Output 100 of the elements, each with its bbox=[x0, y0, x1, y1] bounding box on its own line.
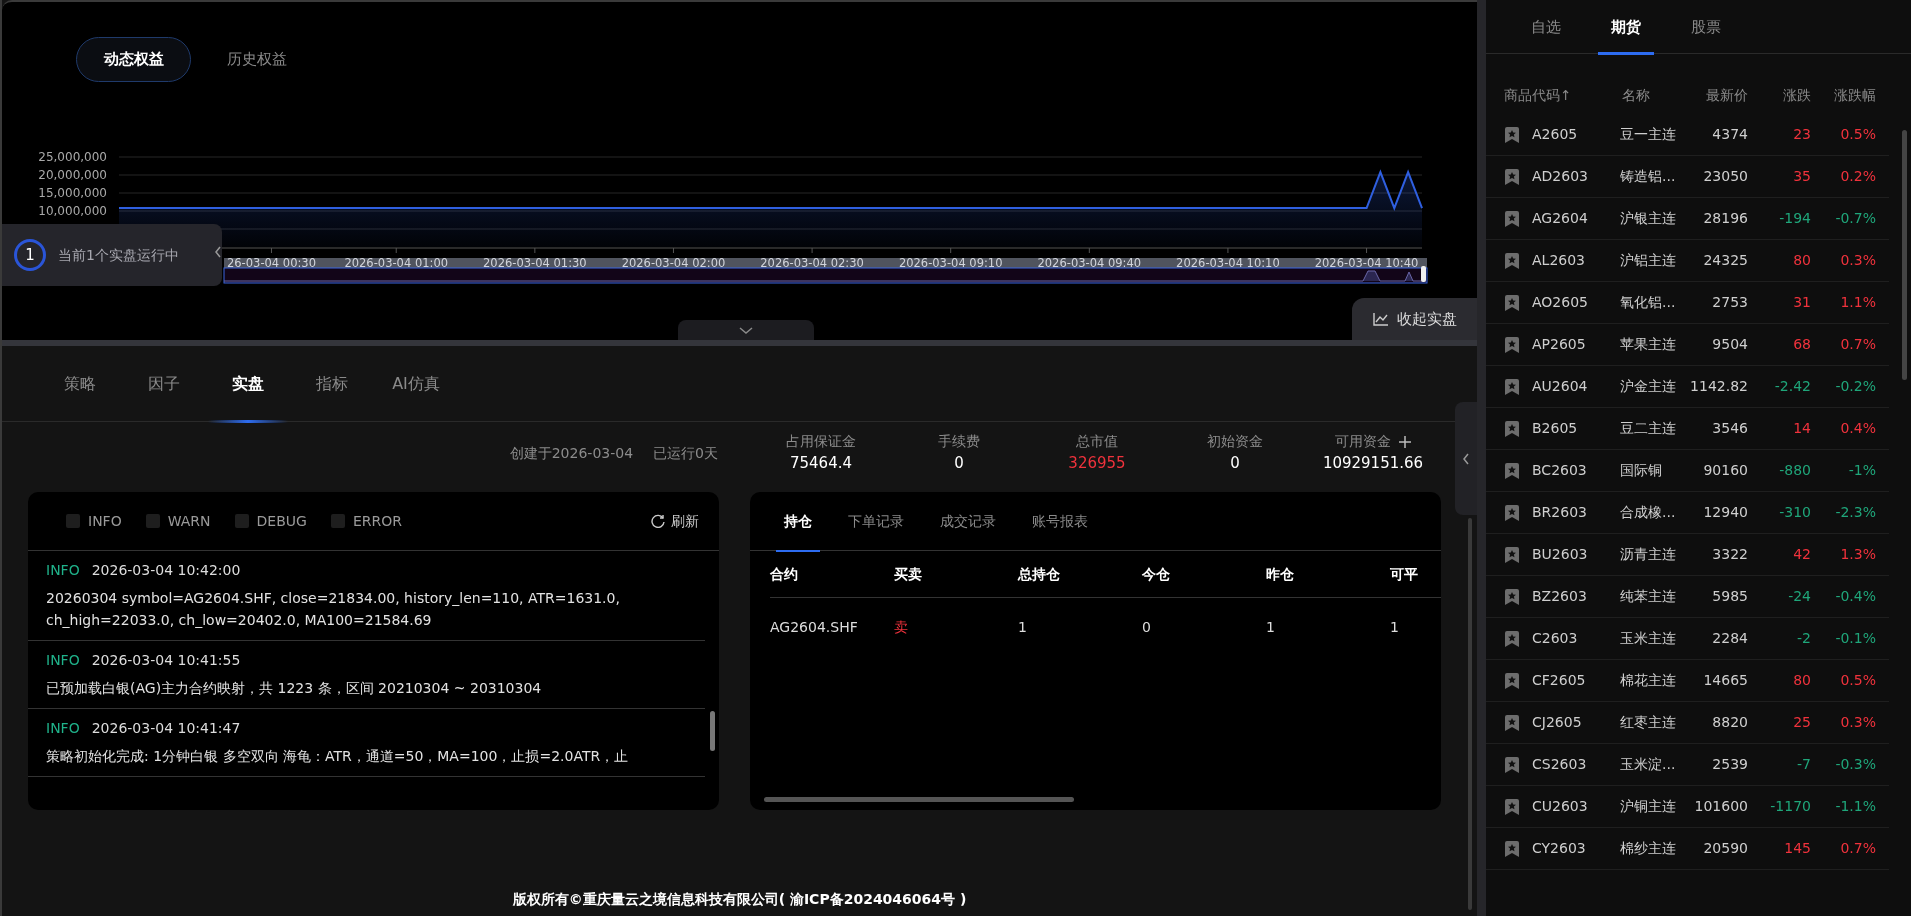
change-value: 14 bbox=[1792, 419, 1811, 438]
bookmark-star-icon bbox=[1504, 420, 1520, 437]
contract-name: 纯苯主连 bbox=[1620, 587, 1677, 606]
change-value: 42 bbox=[1792, 545, 1811, 564]
collapse-button[interactable]: 收起实盘 bbox=[1352, 298, 1477, 340]
column-header: 涨跌幅 bbox=[1833, 85, 1876, 105]
bookmark-star-icon bbox=[1504, 504, 1520, 521]
change-percent: -0.2% bbox=[1834, 377, 1876, 396]
contract-code: BU2603 bbox=[1531, 545, 1589, 564]
axis-label: 2026-03-04 02:30 bbox=[760, 256, 864, 270]
main-tab[interactable]: 实盘 bbox=[206, 346, 290, 422]
contract-name: 合成橡... bbox=[1620, 503, 1677, 522]
contract-code: AU2604 bbox=[1531, 377, 1589, 396]
bookmark-star-icon bbox=[1504, 756, 1520, 773]
level-filter[interactable]: DEBUG bbox=[234, 510, 307, 532]
price-value: 20590 bbox=[1702, 839, 1748, 858]
contract-name: 沪铝主连 bbox=[1620, 251, 1677, 270]
side-collapse-handle[interactable] bbox=[1455, 402, 1477, 515]
main-tab[interactable]: AI仿真 bbox=[374, 346, 458, 422]
contract-name: 苹果主连 bbox=[1620, 335, 1677, 354]
equity-tab[interactable]: 动态权益 bbox=[76, 37, 191, 82]
chevron-left-icon bbox=[1462, 452, 1470, 465]
contract-name: 沪银主连 bbox=[1620, 209, 1677, 228]
main-tab[interactable]: 因子 bbox=[122, 346, 206, 422]
change-percent: 0.5% bbox=[1839, 125, 1876, 144]
market-tab[interactable]: 自选 bbox=[1506, 0, 1586, 54]
table-cell-text: 1 bbox=[1018, 618, 1028, 637]
price-value: 101600 bbox=[1693, 797, 1748, 816]
bookmark-star-icon bbox=[1504, 840, 1520, 857]
price-value: 28196 bbox=[1702, 209, 1748, 228]
zoom-slider[interactable] bbox=[223, 258, 1428, 284]
table-cell-text: 0 bbox=[1142, 618, 1152, 637]
change-percent: 0.3% bbox=[1839, 713, 1876, 732]
axis-label: 2026-03-04 10:40 bbox=[1314, 256, 1419, 270]
axis-label: 10,000,000 bbox=[38, 204, 107, 218]
market-tab[interactable]: 期货 bbox=[1586, 0, 1666, 54]
scrollbar[interactable] bbox=[764, 797, 1074, 802]
running-days: 已运行0天 bbox=[653, 442, 718, 464]
contract-code: AL2603 bbox=[1531, 251, 1586, 270]
contract-name: 国际铜 bbox=[1620, 461, 1663, 480]
collapse-handle[interactable] bbox=[678, 320, 814, 342]
bookmark-star-icon bbox=[1504, 630, 1520, 647]
positions-tab[interactable]: 成交记录 bbox=[926, 492, 1010, 551]
main-tab[interactable]: 策略 bbox=[38, 346, 122, 422]
contract-code: AG2604 bbox=[1531, 209, 1589, 228]
contract-code: CY2603 bbox=[1531, 839, 1587, 858]
plus-icon bbox=[1399, 435, 1411, 448]
contract-code: BC2603 bbox=[1531, 461, 1588, 480]
change-value: -194 bbox=[1778, 209, 1811, 228]
stat-value: 10929151.66 bbox=[1321, 453, 1425, 475]
change-percent: 0.7% bbox=[1839, 839, 1876, 858]
stat-value: 0 bbox=[953, 453, 965, 475]
change-percent: -0.3% bbox=[1834, 755, 1876, 774]
bookmark-star-icon bbox=[1504, 672, 1520, 689]
chevron-down-icon bbox=[739, 327, 753, 335]
scrollbar[interactable] bbox=[1902, 130, 1907, 380]
log-level: INFO bbox=[46, 719, 80, 738]
market-tab[interactable]: 股票 bbox=[1666, 0, 1746, 54]
level-filter[interactable]: INFO bbox=[66, 510, 122, 532]
change-value: -1170 bbox=[1769, 797, 1811, 816]
column-header: 合约 bbox=[770, 551, 894, 598]
contract-name: 棉花主连 bbox=[1620, 671, 1677, 690]
contract-name: 沪铜主连 bbox=[1620, 797, 1677, 816]
refresh-button[interactable]: 刷新 bbox=[651, 510, 699, 532]
scrollbar[interactable] bbox=[1468, 518, 1472, 910]
price-value: 2753 bbox=[1711, 293, 1748, 312]
axis-label: 2026-03-04 09:40 bbox=[1037, 256, 1142, 270]
bookmark-star-icon bbox=[1504, 714, 1520, 731]
contract-code: B2605 bbox=[1531, 419, 1579, 438]
equity-tab[interactable]: 历史权益 bbox=[199, 37, 314, 82]
price-value: 24325 bbox=[1702, 251, 1748, 270]
positions-tab[interactable]: 持仓 bbox=[770, 492, 826, 551]
scrollbar[interactable] bbox=[710, 711, 715, 751]
change-percent: -0.7% bbox=[1834, 209, 1876, 228]
table-cell-text: 1 bbox=[1266, 618, 1276, 637]
stat-value: 326955 bbox=[1067, 453, 1127, 475]
axis-label: 2026-03-04 10:10 bbox=[1176, 256, 1280, 270]
column-header: 买卖 bbox=[894, 551, 1018, 598]
main-tab[interactable]: 指标 bbox=[290, 346, 374, 422]
table-cell-text: 卖 bbox=[894, 618, 909, 637]
level-filter[interactable]: WARN bbox=[145, 510, 211, 532]
change-percent: -1.1% bbox=[1834, 797, 1876, 816]
refresh-icon bbox=[651, 514, 665, 528]
change-percent: 0.3% bbox=[1839, 251, 1876, 270]
change-value: 25 bbox=[1792, 713, 1811, 732]
panel-splitter[interactable] bbox=[1477, 0, 1486, 916]
axis-label: 25,000,000 bbox=[38, 150, 107, 164]
contract-name: 沥青主连 bbox=[1620, 545, 1677, 564]
contract-code: CJ2605 bbox=[1531, 713, 1583, 732]
change-value: -7 bbox=[1796, 755, 1811, 774]
positions-tab[interactable]: 账号报表 bbox=[1018, 492, 1102, 551]
contract-name: 棉纱主连 bbox=[1620, 839, 1677, 858]
price-value: 3546 bbox=[1711, 419, 1748, 438]
log-message: 策略初始化完成: 1分钟白银 多空双向 海龟：ATR，通道=50，MA=100，止损=2.0ATR，止 bbox=[46, 747, 630, 766]
contract-name: 氧化铝... bbox=[1620, 293, 1677, 312]
level-filter[interactable]: ERROR bbox=[330, 510, 402, 532]
positions-tab[interactable]: 下单记录 bbox=[834, 492, 918, 551]
price-value: 23050 bbox=[1702, 167, 1748, 186]
contract-code: AD2603 bbox=[1531, 167, 1589, 186]
change-percent: 1.1% bbox=[1839, 293, 1876, 312]
